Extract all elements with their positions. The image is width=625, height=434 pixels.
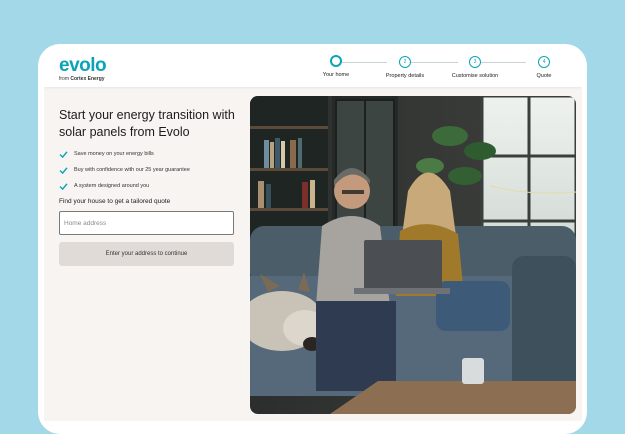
header: evolo from Cortex Energy Your home 2 Pro…: [44, 49, 582, 87]
benefit-text: Save money on your energy bills: [74, 151, 154, 157]
benefit-text: A system designed around you: [74, 183, 150, 189]
list-item: Save money on your energy bills: [59, 150, 239, 158]
address-label: Find your house to get a tailored quote: [59, 198, 171, 205]
logo-subtitle: from Cortex Energy: [59, 76, 105, 82]
brand-logo[interactable]: evolo from Cortex Energy: [59, 55, 107, 82]
step-label: Your home: [322, 72, 350, 78]
logo-wordmark: evolo: [59, 55, 107, 76]
benefit-list: Save money on your energy bills Buy with…: [59, 150, 239, 190]
step-number: 3: [469, 56, 481, 68]
family-on-sofa-image: [250, 96, 576, 414]
hero-photo: [250, 96, 576, 414]
continue-button[interactable]: Enter your address to continue: [59, 242, 234, 266]
step-number: 4: [538, 56, 550, 68]
step-quote[interactable]: 4 Quote: [509, 56, 579, 79]
step-your-home[interactable]: Your home: [301, 55, 371, 78]
benefit-text: Buy with confidence with our 25 year gua…: [74, 167, 190, 173]
home-address-input[interactable]: [59, 211, 234, 235]
check-icon: [59, 182, 68, 190]
step-number: 2: [399, 56, 411, 68]
page-title: Start your energy transition with solar p…: [59, 108, 235, 139]
list-item: A system designed around you: [59, 182, 239, 190]
check-icon: [59, 150, 68, 158]
progress-stepper: Your home 2 Property details 3 Customise…: [322, 55, 558, 84]
step-property-details[interactable]: 2 Property details: [370, 56, 440, 79]
step-label: Quote: [536, 73, 552, 79]
check-icon: [59, 166, 68, 174]
step-indicator-current: [330, 55, 342, 67]
step-label: Customise solution: [451, 73, 499, 79]
hero-panel: Start your energy transition with solar p…: [59, 107, 239, 266]
step-customise-solution[interactable]: 3 Customise solution: [440, 56, 510, 79]
list-item: Buy with confidence with our 25 year gua…: [59, 166, 239, 174]
step-label: Property details: [385, 73, 425, 79]
app-screen: evolo from Cortex Energy Your home 2 Pro…: [44, 49, 582, 421]
